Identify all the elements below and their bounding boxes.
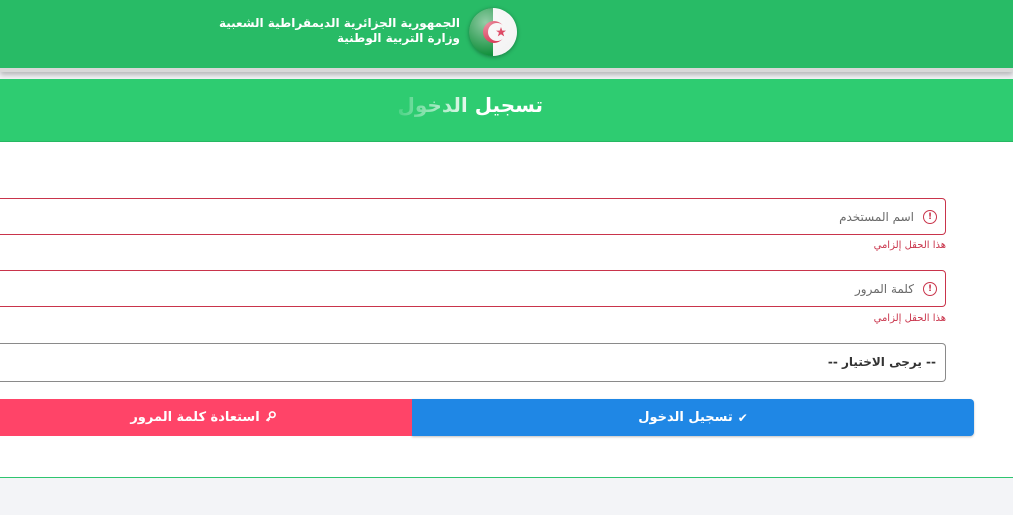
dropdown-selected-value: -- يرجى الاختيار -- (827, 355, 936, 369)
header-titles: الجمهورية الجزائرية الديمقراطية الشعبية … (219, 16, 460, 46)
recover-password-button[interactable]: استعادة كلمة المرور (0, 399, 412, 436)
password-error: هذا الحقل إلزامي (873, 313, 946, 324)
algeria-flag-emblem-icon (469, 8, 517, 56)
error-circle-icon: ! (923, 282, 937, 296)
checkmark-icon: ✔ (737, 410, 748, 425)
password-field[interactable]: ! (0, 270, 946, 307)
selection-dropdown[interactable]: -- يرجى الاختيار -- (0, 343, 946, 382)
login-button[interactable]: ✔ تسجيل الدخول (412, 399, 974, 436)
card-title: تسجيل الدخول (397, 93, 543, 117)
republic-title: الجمهورية الجزائرية الديمقراطية الشعبية (218, 16, 460, 30)
password-input[interactable] (0, 271, 922, 306)
ministry-title: وزارة التربية الوطنية (336, 31, 460, 45)
login-card: تسجيل الدخول ! هذا الحقل إلزامي ! هذا ال… (0, 79, 1013, 478)
key-icon (265, 410, 276, 425)
recover-button-label: استعادة كلمة المرور (130, 410, 260, 425)
login-page: الجمهورية الجزائرية الديمقراطية الشعبية … (0, 0, 1013, 515)
username-field[interactable]: ! (0, 198, 946, 235)
login-button-label: تسجيل الدخول (638, 410, 733, 425)
error-circle-icon: ! (923, 210, 937, 224)
username-error: هذا الحقل إلزامي (873, 240, 946, 251)
username-input[interactable] (0, 199, 922, 234)
card-header: تسجيل الدخول (0, 79, 1013, 142)
top-header: الجمهورية الجزائرية الديمقراطية الشعبية … (0, 0, 1013, 72)
